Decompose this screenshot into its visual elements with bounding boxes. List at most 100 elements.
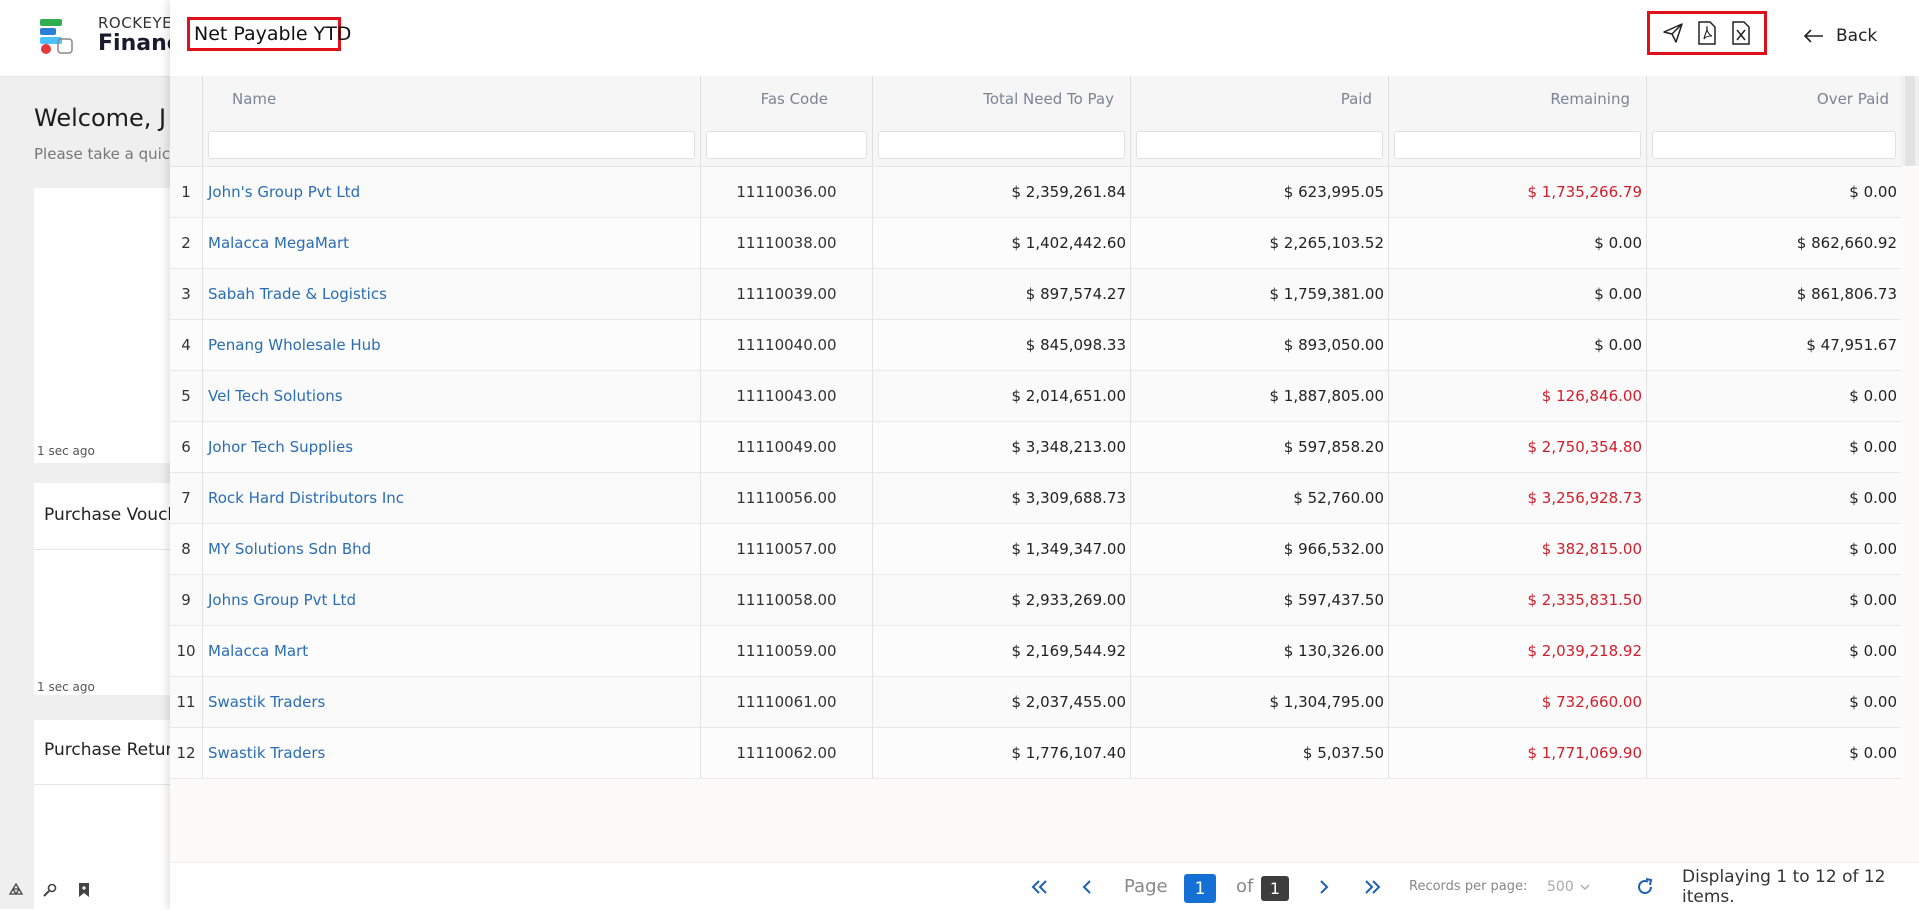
send-icon[interactable]	[1660, 20, 1686, 46]
grid-body: 1 John's Group Pvt Ltd 11110036.00 $ 2,359,…	[170, 167, 1901, 779]
remaining-cell: $ 382,815.00	[1389, 524, 1647, 574]
table-row[interactable]: 12 Swastik Traders 11110062.00 $ 1,776,107.…	[170, 728, 1901, 779]
header-name[interactable]: Name	[203, 76, 701, 166]
paid-cell: $ 623,995.05	[1131, 167, 1389, 217]
vendor-name-link[interactable]: John's Group Pvt Ltd	[203, 167, 701, 217]
first-page-icon[interactable]	[1031, 863, 1049, 910]
table-row[interactable]: 9 Johns Group Pvt Ltd 11110058.00 $ 2,933,2…	[170, 575, 1901, 626]
filter-name-input[interactable]	[208, 131, 695, 159]
back-button[interactable]: Back	[1804, 22, 1877, 50]
over-paid-cell: $ 862,660.92	[1796, 234, 1897, 252]
total-need-to-pay-cell: $ 845,098.33	[873, 320, 1131, 370]
export-actions	[1647, 11, 1767, 55]
table-row[interactable]: 5 Vel Tech Solutions 11110043.00 $ 2,014,65…	[170, 371, 1901, 422]
settings-icon[interactable]	[42, 882, 58, 898]
back-label: Back	[1836, 26, 1878, 46]
table-row[interactable]: 3 Sabah Trade & Logistics 11110039.00 $ 897…	[170, 269, 1901, 320]
vendor-name-link[interactable]: Sabah Trade & Logistics	[203, 269, 701, 319]
table-row[interactable]: 6 Johor Tech Supplies 11110049.00 $ 3,348,2…	[170, 422, 1901, 473]
fas-code-cell: 11110036.00	[701, 167, 873, 217]
row-number: 9	[170, 575, 203, 625]
total-pages: 1	[1261, 876, 1289, 901]
remaining-cell: $ 1,771,069.90	[1389, 728, 1647, 778]
paid-cell: $ 597,858.20	[1131, 422, 1389, 472]
welcome-subtitle: Please take a quick	[34, 145, 179, 163]
over-paid-cell: $ 0.00	[1849, 540, 1897, 558]
remaining-cell: $ 0.00	[1389, 269, 1647, 319]
vendor-name-link[interactable]: Johor Tech Supplies	[203, 422, 701, 472]
paid-cell: $ 52,760.00	[1131, 473, 1389, 523]
dashboard-card: Purchase Return	[34, 720, 184, 909]
bookmark-icon[interactable]	[76, 882, 92, 898]
vendor-name-link[interactable]: Malacca Mart	[203, 626, 701, 676]
paid-cell: $ 1,304,795.00	[1131, 677, 1389, 727]
fas-code-cell: 11110059.00	[701, 626, 873, 676]
current-page-input[interactable]: 1	[1184, 874, 1216, 903]
remaining-cell: $ 2,039,218.92	[1389, 626, 1647, 676]
pdf-icon[interactable]	[1694, 20, 1720, 46]
table-row[interactable]: 2 Malacca MegaMart 11110038.00 $ 1,402,442.…	[170, 218, 1901, 269]
vendor-name-link[interactable]: Johns Group Pvt Ltd	[203, 575, 701, 625]
last-page-icon[interactable]	[1363, 863, 1381, 910]
remaining-cell: $ 126,846.00	[1389, 371, 1647, 421]
over-paid-cell: $ 47,951.67	[1806, 336, 1897, 354]
row-number: 6	[170, 422, 203, 472]
report-title: Net Payable YTD	[187, 17, 351, 51]
vendor-name-link[interactable]: Swastik Traders	[203, 677, 701, 727]
header-paid-label: Paid	[1340, 90, 1372, 108]
table-row[interactable]: 4 Penang Wholesale Hub 11110040.00 $ 845,09…	[170, 320, 1901, 371]
table-row[interactable]: 11 Swastik Traders 11110061.00 $ 2,037,455.…	[170, 677, 1901, 728]
vendor-name-link[interactable]: Malacca MegaMart	[203, 218, 701, 268]
table-row[interactable]: 10 Malacca Mart 11110059.00 $ 2,169,544.92 $…	[170, 626, 1901, 677]
fas-code-cell: 11110061.00	[701, 677, 873, 727]
paid-cell: $ 1,759,381.00	[1131, 269, 1389, 319]
filter-remaining-input[interactable]	[1394, 131, 1641, 159]
row-number: 10	[170, 626, 203, 676]
paid-cell: $ 2,265,103.52	[1131, 218, 1389, 268]
dashboard-card: Purchase Vouch 1 sec ago	[34, 483, 184, 695]
header-total[interactable]: Total Need To Pay	[873, 76, 1131, 166]
paid-cell: $ 966,532.00	[1131, 524, 1389, 574]
vendor-name-link[interactable]: Rock Hard Distributors Inc	[203, 473, 701, 523]
header-paid[interactable]: Paid	[1131, 76, 1389, 166]
paid-cell: $ 5,037.50	[1131, 728, 1389, 778]
header-over-paid[interactable]: Over Paid	[1647, 76, 1901, 166]
records-per-page-select[interactable]: 500	[1547, 863, 1590, 910]
next-page-icon[interactable]	[1318, 863, 1330, 910]
vendor-name-link[interactable]: Penang Wholesale Hub	[203, 320, 701, 370]
header-remaining-label: Remaining	[1550, 90, 1630, 108]
filter-fas-code-input[interactable]	[706, 131, 867, 159]
bottom-toolbar	[8, 882, 92, 898]
vendor-name-link[interactable]: Vel Tech Solutions	[203, 371, 701, 421]
filter-paid-input[interactable]	[1136, 131, 1383, 159]
table-row[interactable]: 7 Rock Hard Distributors Inc 11110056.00 $ …	[170, 473, 1901, 524]
header-remaining[interactable]: Remaining	[1389, 76, 1647, 166]
paid-cell: $ 893,050.00	[1131, 320, 1389, 370]
prev-page-icon[interactable]	[1081, 863, 1093, 910]
over-paid-cell: $ 0.00	[1849, 642, 1897, 660]
filter-over-paid-input[interactable]	[1652, 131, 1896, 159]
header-fas-code[interactable]: Fas Code	[701, 76, 873, 166]
records-per-page-label: Records per page:	[1409, 879, 1528, 894]
data-grid: Name Fas Code Total Need To Pay Paid Rem…	[170, 76, 1919, 862]
arrow-left-icon	[1804, 29, 1823, 43]
vendor-name-link[interactable]: Swastik Traders	[203, 728, 701, 778]
table-row[interactable]: 1 John's Group Pvt Ltd 11110036.00 $ 2,359,…	[170, 167, 1901, 218]
fas-code-cell: 11110039.00	[701, 269, 873, 319]
table-row[interactable]: 8 MY Solutions Sdn Bhd 11110057.00 $ 1,349,…	[170, 524, 1901, 575]
recycle-icon[interactable]	[8, 882, 24, 898]
dashboard-card: 1 sec ago	[34, 188, 184, 463]
fas-code-cell: 11110040.00	[701, 320, 873, 370]
total-need-to-pay-cell: $ 2,014,651.00	[873, 371, 1131, 421]
welcome-heading: Welcome, J	[34, 104, 167, 132]
filter-total-input[interactable]	[878, 131, 1125, 159]
of-label: of	[1236, 876, 1254, 897]
grid-scrollbar[interactable]	[1901, 76, 1919, 166]
header-name-label: Name	[232, 90, 277, 108]
brand-name-top: ROCKEYE	[98, 14, 173, 32]
excel-icon[interactable]	[1728, 20, 1754, 46]
refresh-icon[interactable]	[1635, 863, 1655, 910]
over-paid-cell: $ 0.00	[1849, 183, 1897, 201]
vendor-name-link[interactable]: MY Solutions Sdn Bhd	[203, 524, 701, 574]
report-panel: Net Payable YTD Back Name Fas Code Total…	[170, 0, 1919, 910]
